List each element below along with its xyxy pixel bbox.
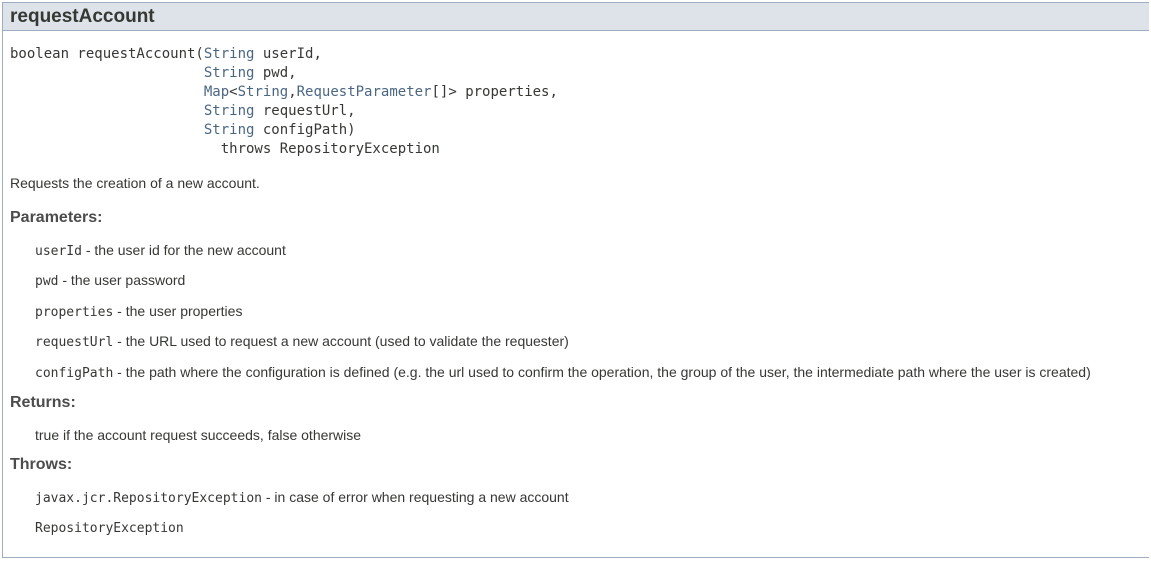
parameter-item: properties - the user properties — [35, 302, 242, 322]
exception-name: RepositoryException — [35, 521, 184, 536]
returns-text: true if the account request succeeds, fa… — [35, 427, 362, 443]
type-link-string[interactable]: String — [204, 103, 255, 119]
type-link-string[interactable]: String — [204, 46, 255, 62]
type-link-requestparameter[interactable]: RequestParameter — [297, 84, 432, 100]
sig-param-configpath: configPath) — [254, 122, 356, 138]
exception-name: javax.jcr.RepositoryException — [35, 491, 262, 506]
method-signature: boolean requestAccount(String userId, St… — [10, 45, 558, 159]
parameter-desc: - the user properties — [113, 303, 243, 319]
type-link-map[interactable]: Map — [204, 84, 229, 100]
parameter-item: userId - the user id for the new account — [35, 241, 286, 261]
parameter-desc: - the path where the configuration is de… — [113, 364, 1091, 380]
parameter-name: userId — [35, 244, 82, 259]
exception-desc: - in case of error when requesting a new… — [261, 489, 569, 505]
parameter-item: pwd - the user password — [35, 271, 185, 291]
sig-param-properties: []> properties, — [431, 84, 558, 100]
parameter-name: requestUrl — [35, 335, 114, 350]
type-link-string[interactable]: String — [238, 84, 289, 100]
type-link-string[interactable]: String — [204, 65, 255, 81]
sig-param-userid: userId, — [254, 46, 322, 62]
parameter-desc: - the user password — [58, 272, 186, 288]
throws-label: Throws: — [10, 456, 73, 473]
method-description: Requests the creation of a new account. — [10, 175, 260, 191]
throws-item: javax.jcr.RepositoryException - in case … — [35, 488, 569, 508]
sig-prefix: boolean requestAccount( — [10, 46, 204, 62]
method-heading: requestAccount — [3, 3, 1149, 31]
sig-param-pwd: pwd, — [254, 65, 297, 81]
sig-comma: , — [288, 84, 297, 100]
parameter-name: pwd — [35, 274, 59, 289]
parameter-desc: - the URL used to request a new account … — [113, 333, 569, 349]
parameter-item: requestUrl - the URL used to request a n… — [35, 332, 569, 352]
type-link-string[interactable]: String — [204, 122, 255, 138]
parameter-item: configPath - the path where the configur… — [35, 363, 1091, 383]
parameters-label: Parameters: — [10, 209, 103, 226]
parameter-desc: - the user id for the new account — [81, 242, 286, 258]
parameter-name: configPath — [35, 366, 114, 381]
sig-lt: < — [229, 84, 238, 100]
throws-item: RepositoryException — [35, 518, 184, 538]
sig-param-requesturl: requestUrl, — [254, 103, 356, 119]
returns-label: Returns: — [10, 394, 76, 411]
sig-throws: throws RepositoryException — [220, 141, 440, 157]
parameter-name: properties — [35, 305, 114, 320]
